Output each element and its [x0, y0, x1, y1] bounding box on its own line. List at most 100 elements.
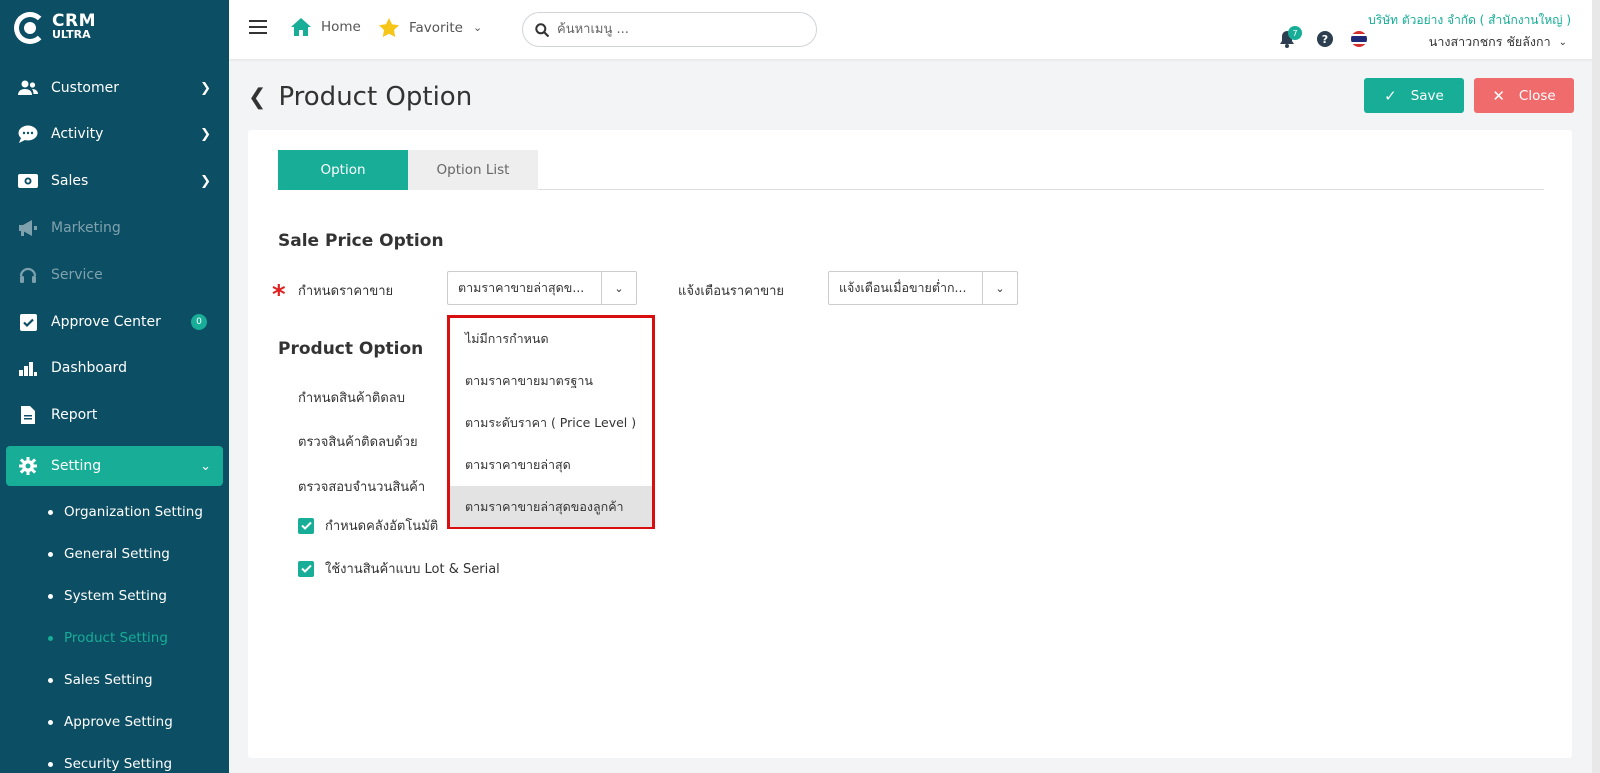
sub-item-label: Organization Setting — [64, 504, 203, 520]
page-scrollbar[interactable] — [1592, 0, 1600, 773]
dropdown-option[interactable]: ตามราคาขายมาตรฐาน — [450, 360, 652, 401]
crm-ultra-logo[interactable]: CRM ULTRA — [14, 12, 96, 44]
bullet-icon — [48, 677, 53, 683]
checkbox-checked-icon[interactable] — [298, 517, 314, 534]
price-setting-value: ตามราคาขายล่าสุดข... — [458, 280, 585, 295]
sidebar-item-label: Setting — [51, 458, 102, 474]
sidebar-item-label: Activity — [51, 126, 104, 142]
sidebar-item-approve-center[interactable]: Approve Center 0 — [6, 302, 223, 342]
logo-icon — [14, 12, 46, 44]
nav-home-link[interactable]: Home — [291, 18, 361, 36]
price-setting-dropdown-menu: ไม่มีการกำหนด ตามราคาขายมาตรฐาน ตามระดับ… — [447, 315, 655, 529]
favorite-label: Favorite — [409, 19, 463, 36]
notification-count-badge: 7 — [1288, 26, 1302, 40]
bullet-icon — [48, 719, 53, 725]
sub-item-label: Product Setting — [64, 630, 168, 646]
dropdown-option[interactable]: ตามราคาขายล่าสุด — [450, 444, 652, 485]
notification-bell[interactable]: 7 — [1279, 26, 1302, 48]
home-label: Home — [321, 19, 361, 35]
sub-item-label: General Setting — [64, 546, 170, 562]
sidebar-item-label: Dashboard — [51, 360, 127, 376]
back-chevron-icon[interactable]: ❮ — [248, 85, 266, 110]
file-icon — [18, 405, 38, 425]
auto-warehouse-label: กำหนดคลังอัตโนมัติ — [325, 519, 439, 534]
tab-option-list[interactable]: Option List — [408, 150, 538, 190]
menu-search-box[interactable] — [522, 12, 817, 47]
price-alert-value: แจ้งเตือนเมื่อขายต่ำก... — [839, 280, 967, 295]
auto-warehouse-checkbox-row[interactable]: กำหนดคลังอัตโนมัติ — [298, 515, 438, 536]
bullet-icon — [48, 509, 53, 515]
lot-serial-checkbox-row[interactable]: ใช้งานสินค้าแบบ Lot & Serial — [298, 558, 500, 579]
dropdown-option[interactable]: ตามระดับราคา ( Price Level ) — [450, 402, 652, 443]
sidebar-item-label: Service — [51, 267, 103, 283]
sidebar-item-service[interactable]: Service — [6, 255, 223, 295]
sub-item-label: Approve Setting — [64, 714, 173, 730]
negative-stock-label: กำหนดสินค้าติดลบ — [298, 391, 405, 406]
sub-item-label: Sales Setting — [64, 672, 153, 688]
sidebar-item-dashboard[interactable]: Dashboard — [6, 348, 223, 388]
sub-item-sales-setting[interactable]: Sales Setting — [48, 672, 153, 688]
price-alert-select[interactable]: แจ้งเตือนเมื่อขายต่ำก... ⌄ — [828, 271, 1018, 305]
close-button[interactable]: ✕ Close — [1474, 78, 1574, 113]
dropdown-option[interactable]: ไม่มีการกำหนด — [450, 318, 652, 359]
sidebar-item-activity[interactable]: Activity ❯ — [6, 114, 223, 154]
check-square-icon — [18, 312, 38, 332]
search-input[interactable] — [557, 22, 797, 37]
sub-item-product-setting[interactable]: Product Setting — [48, 630, 168, 646]
sidebar-item-report[interactable]: Report — [6, 395, 223, 435]
sub-item-approve-setting[interactable]: Approve Setting — [48, 714, 173, 730]
page-title: Product Option — [278, 82, 473, 112]
chevron-down-icon: ⌄ — [472, 21, 483, 34]
thai-flag-icon[interactable] — [1351, 31, 1367, 47]
sub-item-security-setting[interactable]: Security Setting — [48, 756, 172, 772]
chat-icon — [18, 124, 38, 144]
tab-bar: Option Option List — [278, 150, 1544, 190]
sale-price-section-title: Sale Price Option — [278, 231, 444, 251]
user-menu[interactable]: นางสาวกชกร ชัยลังกา ⌄ — [1429, 32, 1567, 52]
required-asterisk-icon: * — [272, 280, 286, 310]
sub-item-system-setting[interactable]: System Setting — [48, 588, 167, 604]
product-option-section-title: Product Option — [278, 339, 424, 359]
dropdown-option-selected[interactable]: ตามราคาขายล่าสุดของลูกค้า — [450, 486, 652, 527]
help-icon[interactable]: ? — [1317, 31, 1333, 47]
sub-item-organization-setting[interactable]: Organization Setting — [48, 504, 203, 520]
sub-item-label: System Setting — [64, 588, 167, 604]
chevron-down-icon[interactable]: ⌄ — [601, 272, 636, 304]
sidebar-item-label: Customer — [51, 80, 120, 96]
price-alert-label: แจ้งเตือนราคาขาย — [678, 284, 785, 299]
sidebar-item-setting[interactable]: Setting ⌄ — [6, 446, 223, 486]
logo-line-1: CRM — [52, 11, 96, 31]
price-setting-select[interactable]: ตามราคาขายล่าสุดข... ⌄ — [447, 271, 637, 305]
search-icon — [535, 22, 549, 37]
sidebar-item-label: Marketing — [51, 220, 121, 236]
logo-line-2: ULTRA — [52, 28, 91, 41]
save-label: Save — [1410, 87, 1444, 104]
nav-favorite-dropdown[interactable]: Favorite ⌄ — [379, 18, 482, 37]
sub-item-general-setting[interactable]: General Setting — [48, 546, 170, 562]
tab-option[interactable]: Option — [278, 150, 408, 190]
chevron-down-icon[interactable]: ⌄ — [982, 272, 1017, 304]
lot-serial-label: ใช้งานสินค้าแบบ Lot & Serial — [325, 562, 500, 577]
chevron-right-icon: ❯ — [200, 80, 211, 96]
checkbox-checked-icon[interactable] — [298, 560, 314, 577]
close-label: Close — [1518, 87, 1556, 104]
company-name: บริษัท ตัวอย่าง จำกัด ( สำนักงานใหญ่ ) — [1368, 13, 1571, 27]
sub-item-label: Security Setting — [64, 756, 173, 772]
hamburger-menu-icon[interactable] — [249, 20, 267, 36]
save-button[interactable]: ✓ Save — [1364, 78, 1464, 113]
sidebar-item-customer[interactable]: Customer ❯ — [6, 68, 223, 108]
chevron-down-icon: ⌄ — [1558, 36, 1567, 48]
sidebar-item-label: Sales — [51, 173, 89, 189]
sidebar: CRM ULTRA Customer ❯ Activity ❯ Sales ❯ … — [0, 0, 229, 773]
check-quantity-label: ตรวจสอบจำนวนสินค้า — [298, 480, 426, 495]
money-icon — [18, 171, 38, 191]
close-icon: ✕ — [1492, 86, 1505, 105]
approve-count-badge: 0 — [191, 314, 207, 330]
check-icon: ✓ — [1384, 86, 1397, 105]
sidebar-item-marketing[interactable]: Marketing — [6, 208, 223, 248]
headset-icon — [18, 265, 38, 285]
sidebar-item-label: Report — [51, 407, 98, 423]
check-negative-stock-label: ตรวจสินค้าติดลบด้วย — [298, 435, 418, 450]
sidebar-item-sales[interactable]: Sales ❯ — [6, 161, 223, 201]
chevron-down-icon: ⌄ — [200, 458, 211, 474]
